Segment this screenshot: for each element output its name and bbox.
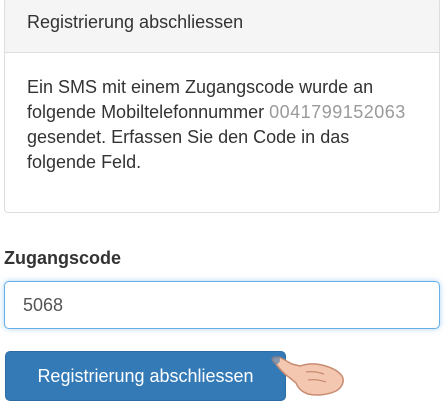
phone-number: 0041799152063 — [269, 102, 406, 122]
submit-button[interactable]: Registrierung abschliessen — [5, 351, 286, 401]
message-text-after: gesendet. Erfassen Sie den Code in das f… — [27, 127, 350, 172]
registration-panel: Registrierung abschliessen Ein SMS mit e… — [4, 0, 440, 213]
panel-title: Registrierung abschliessen — [5, 0, 439, 53]
code-label: Zugangscode — [4, 248, 122, 268]
registration-page: Registrierung abschliessen Ein SMS mit e… — [0, 0, 447, 407]
panel-message: Ein SMS mit einem Zugangscode wurde an f… — [5, 53, 439, 175]
pointing-hand-icon — [271, 356, 344, 396]
code-input[interactable] — [4, 281, 440, 329]
